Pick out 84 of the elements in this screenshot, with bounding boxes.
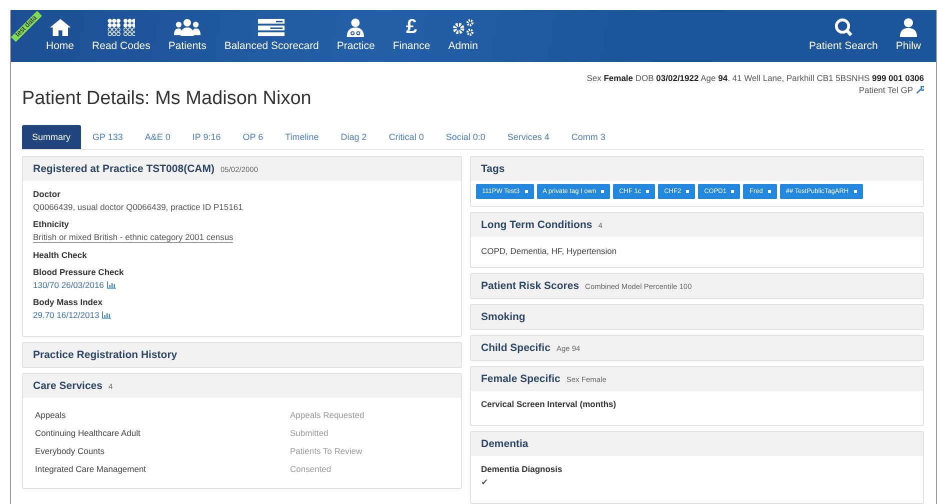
remove-icon[interactable]: [646, 190, 650, 193]
panel-title: Female Specific: [481, 373, 560, 385]
chart-icon[interactable]: [102, 311, 112, 319]
patient-tel: Patient Tel GP: [858, 84, 913, 96]
search-icon: [833, 18, 854, 37]
field-value: 29.70 16/12/2013: [33, 310, 100, 320]
field-label: Dementia Diagnosis: [481, 464, 564, 474]
tab[interactable]: Comm 3: [561, 125, 616, 149]
page-title: Patient Details: Ms Madison Nixon: [22, 88, 312, 110]
nav-item[interactable]: £ Finance: [384, 18, 440, 52]
nav-item[interactable]: Admin: [439, 18, 487, 52]
field-label: Ethnicity: [33, 219, 70, 229]
chart-icon[interactable]: [106, 281, 116, 289]
field-value: ✔: [481, 477, 489, 487]
nav-item[interactable]: Practice: [328, 18, 384, 52]
remove-icon[interactable]: [768, 190, 771, 193]
nav-item[interactable]: Read Codes: [83, 18, 160, 52]
remove-icon[interactable]: [686, 190, 690, 193]
panel-title: Patient Risk Scores: [481, 280, 580, 292]
panel-title: Tags: [481, 163, 505, 175]
remove-icon[interactable]: [601, 190, 604, 193]
nav-label: Practice: [336, 40, 375, 52]
tab[interactable]: Summary: [22, 125, 81, 149]
gears-icon: [450, 18, 476, 37]
tab[interactable]: OP 6: [232, 125, 274, 149]
panel-title: Child Specific: [481, 342, 550, 354]
nav-label: Patient Search: [809, 40, 878, 52]
tab[interactable]: Timeline: [275, 125, 329, 149]
panel-title: Smoking: [481, 311, 526, 323]
service-name: Integrated Care Management: [35, 464, 148, 474]
tab[interactable]: Critical 0: [378, 125, 434, 149]
user-icon: [898, 18, 919, 37]
field-value: Q0066439, usual doctor Q0066439, practice ID P15161: [33, 202, 243, 212]
panel-header[interactable]: Tags: [471, 157, 923, 181]
service-name: Continuing Healthcare Adult: [35, 428, 142, 438]
service-status: Patients To Review: [290, 446, 364, 456]
service-status: Appeals Requested: [290, 410, 366, 420]
tab[interactable]: Services 4: [497, 125, 560, 149]
nav-label: Balanced Scorecard: [224, 40, 319, 52]
dot-grid-icon: [106, 18, 136, 37]
people-icon: [173, 18, 202, 37]
nav-label: Finance: [392, 40, 430, 52]
panel-title: Practice Registration History: [33, 349, 178, 361]
nav-item[interactable]: Balanced Scorecard: [215, 18, 328, 52]
service-name: Everybody Counts: [35, 446, 106, 456]
panel-title: Long Term Conditions: [481, 219, 592, 231]
pound-icon: £: [406, 18, 418, 37]
field-label: Doctor: [33, 189, 62, 199]
nav-label: Patients: [168, 40, 206, 52]
field-label: Health Check: [33, 250, 88, 260]
patient-info: Sex Female DOB 03/02/1922 Age 94. 41 Well Lane, Parkhill CB1 5BSNHS 999 001 0306: [586, 73, 924, 83]
panel-title: Dementia: [481, 438, 528, 450]
nav-item[interactable]: Patients: [159, 18, 216, 52]
remove-icon[interactable]: [524, 190, 528, 193]
panel-title: Care Services: [33, 380, 102, 392]
nav-label: Philw: [896, 40, 921, 52]
panel-header[interactable]: Smoking: [471, 305, 923, 329]
nav-label: Read Codes: [92, 40, 150, 52]
field-label: Cervical Screen Interval (months): [481, 399, 618, 409]
service-status: Submitted: [290, 428, 330, 438]
tab[interactable]: Social 0:0: [436, 125, 496, 149]
panel-header[interactable]: Practice Registration History: [23, 343, 461, 367]
nav-item[interactable]: Patient Search: [800, 18, 887, 52]
field-label: Body Mass Index: [33, 297, 104, 307]
remove-icon[interactable]: [731, 190, 734, 193]
server-stack-icon: [257, 18, 286, 37]
home-icon: [48, 18, 72, 37]
tab[interactable]: IP 9:16: [182, 125, 231, 149]
nav-label: Admin: [448, 40, 478, 52]
panel-text: COPD, Dementia, HF, Hypertension: [480, 245, 618, 258]
panel-title: Registered at Practice TST008(CAM): [33, 163, 214, 175]
field-label: Blood Pressure Check: [33, 267, 125, 277]
nav-item[interactable]: Philw: [886, 18, 930, 52]
remove-icon[interactable]: [854, 190, 857, 193]
wrench-icon[interactable]: [916, 86, 924, 94]
nav-label: Home: [46, 40, 74, 52]
tab[interactable]: GP 133: [82, 125, 133, 149]
tab[interactable]: A&E 0: [134, 125, 180, 149]
field-value: 130/70 26/03/2016: [33, 280, 104, 290]
service-name: Appeals: [35, 410, 67, 420]
field-value: British or mixed British - ethnic category 2001 census: [33, 232, 234, 243]
panel-header[interactable]: Dementia: [471, 432, 923, 456]
service-status: Consented: [290, 464, 332, 474]
tab[interactable]: Diag 2: [330, 125, 377, 149]
